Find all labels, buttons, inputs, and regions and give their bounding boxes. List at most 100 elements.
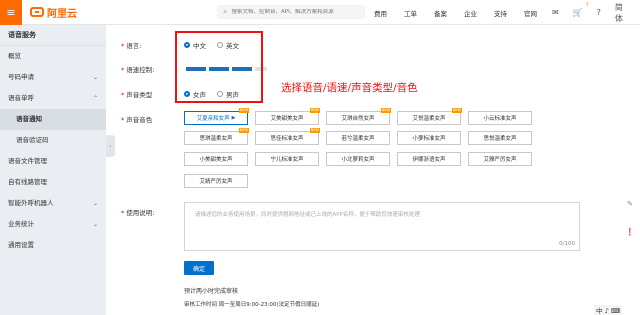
voice-option[interactable]: 艾琪自然女声 NEW (326, 108, 391, 125)
voice-option[interactable]: 伊娜浙语女声 (397, 152, 461, 166)
required-mark: * (121, 91, 125, 99)
voice-label: 思佳标准女声 (270, 136, 304, 142)
voice-label: 小萝标准女声 (412, 136, 446, 142)
sidebar-item-voice-notification[interactable]: 语音通知 (0, 109, 106, 130)
voice-label: 小北萝莉女声 (341, 157, 375, 163)
voice-option[interactable]: 小云标准女声 (468, 111, 532, 125)
play-icon[interactable]: ▶ (232, 115, 236, 121)
voice-option[interactable]: 思悦温柔女声 (468, 131, 532, 145)
sidebar-item-voice-verification[interactable]: 语音验证码 (0, 130, 106, 151)
aliyun-logo[interactable]: 阿里云 (30, 5, 77, 20)
voice-label: 艾美甜美女声 (270, 116, 304, 122)
nav-support[interactable]: 支持 (494, 8, 507, 18)
sidebar-item-ai-robot[interactable]: 智能外呼机器人 ⌄ (0, 193, 106, 214)
sidebar-item-label: 概览 (8, 52, 21, 60)
sidebar-item-label: 自有线路管理 (8, 178, 47, 186)
speed-label: * 语速控制: (121, 64, 154, 74)
new-tag: NEW (451, 108, 462, 113)
voice-option[interactable]: 艾悦温柔女声 NEW (397, 108, 462, 125)
voice-option[interactable]: 艾夏亲和女声 ▶ NEW (184, 108, 249, 125)
usage-placeholder: 请描述您的业务使用场景，同时提供貌网地址或已上线的APP名称，便于帮助您快速审核… (195, 212, 420, 218)
new-tag: NEW (309, 108, 320, 113)
search-box[interactable]: ⌕ (217, 5, 365, 19)
required-mark: * (121, 42, 125, 50)
sidebar-item-overview[interactable]: 概览 (0, 46, 106, 67)
nav-fees[interactable]: 费用 (374, 8, 387, 18)
message-icon[interactable]: ✉ (552, 8, 559, 17)
confirm-button[interactable]: 确定 (184, 261, 214, 275)
sidebar-item-label: 通用设置 (8, 241, 34, 249)
nav-tickets[interactable]: 工单 (404, 8, 417, 18)
sidebar: 语音服务 概览 号码申请 ⌄ 语音单呼 ⌃ 语音通知 语音验证码 语音文件管理 自有… (0, 25, 106, 315)
nav-icp[interactable]: 备案 (434, 8, 447, 18)
voice-type-label: * 声音类型 (121, 89, 152, 99)
sidebar-title: 语音服务 (0, 25, 106, 46)
help-icon[interactable]: ? (597, 8, 601, 17)
voice-label: 艾雅严厉女声 (483, 157, 517, 163)
tips-icon[interactable]: ❗ (626, 228, 635, 236)
voice-option[interactable]: 思琪温柔女声 NEW (184, 128, 249, 145)
required-mark: * (121, 66, 125, 74)
chevron-down-icon: ⌄ (92, 221, 98, 228)
voice-label: 若兮温柔女声 (341, 136, 375, 142)
voice-option[interactable]: 小美甜美女声 (184, 152, 248, 166)
new-tag: NEW (309, 128, 320, 133)
voice-label: 艾夏亲和女声 (196, 116, 230, 122)
voice-label: 艾婧严厉女声 (199, 179, 233, 185)
ime-indicator: 中 ♪ ⌨ (594, 305, 623, 315)
voice-option[interactable]: 宁儿标准女声 (255, 152, 319, 166)
nav-enterprise[interactable]: 企业 (464, 8, 477, 18)
sidebar-item-label: 语音验证码 (16, 136, 49, 144)
review-hours-note: 审核工作时间 周一至周日9:00-23:00(法定节假日顺延) (184, 302, 320, 308)
voice-label: 艾悦温柔女声 (412, 116, 446, 122)
cart-icon[interactable]: 🛒 7 (573, 3, 589, 17)
speed-label-text: 语速控制: (126, 66, 155, 74)
timbre-label-text: 声音音色 (126, 116, 153, 124)
voice-label: 艾琪自然女声 (341, 116, 375, 122)
sidebar-item-voice-single-call[interactable]: 语音单呼 ⌃ (0, 88, 106, 109)
language-label: * 语言: (121, 40, 141, 50)
voice-label: 宁儿标准女声 (270, 157, 304, 163)
voice-option[interactable]: 思佳标准女声 NEW (255, 128, 320, 145)
voice-label: 伊娜浙语女声 (412, 157, 446, 163)
sidebar-item-voice-files[interactable]: 语音文件管理 (0, 151, 106, 172)
voice-option[interactable]: 小北萝莉女声 (326, 152, 390, 166)
sidebar-item-settings[interactable]: 通用设置 (0, 235, 106, 256)
search-input[interactable] (227, 9, 352, 15)
feedback-icon[interactable]: ✎ (627, 200, 633, 208)
voice-label: 小云标准女声 (483, 116, 517, 122)
voice-option[interactable]: 艾婧严厉女声 (184, 174, 248, 188)
sidebar-item-label: 号码申请 (8, 73, 34, 81)
sidebar-collapse-handle[interactable]: ‹ (106, 135, 115, 157)
sidebar-item-own-lines[interactable]: 自有线路管理 (0, 172, 106, 193)
sidebar-item-label: 智能外呼机器人 (8, 199, 54, 207)
voice-option[interactable]: 若兮温柔女声 (326, 131, 390, 145)
usage-textarea[interactable]: 请描述您的业务使用场景，同时提供貌网地址或已上线的APP名称，便于帮助您快速审核… (184, 202, 580, 251)
required-mark: * (121, 209, 125, 217)
voice-option[interactable]: 艾雅严厉女声 (468, 152, 532, 166)
annotation-text: 选择语音/语速/声音类型/音色 (281, 82, 418, 94)
top-nav: 费用 工单 备案 企业 支持 官网 (374, 0, 554, 25)
language-switch[interactable]: 简体 (615, 2, 626, 24)
menu-icon[interactable]: ≡ (0, 0, 22, 25)
logo-text: 阿里云 (47, 8, 77, 20)
review-time-note: 预计两小时完成审核 (184, 288, 239, 295)
logo-mark-icon (30, 7, 44, 17)
voice-label: 思悦温柔女声 (483, 136, 517, 142)
chevron-down-icon: ⌄ (92, 200, 98, 207)
voice-label: 思琪温柔女声 (199, 136, 233, 142)
voice-option[interactable]: 艾美甜美女声 NEW (255, 108, 320, 125)
required-mark: * (121, 116, 125, 124)
right-toolbar: ✎ ❗ (624, 200, 636, 256)
char-count: 0/100 (559, 241, 575, 247)
nav-official-site[interactable]: 官网 (524, 8, 537, 18)
top-bar: ≡ 阿里云 ⌕ 费用 工单 备案 企业 支持 官网 ✉ 🛒7 ? 简体 (0, 0, 640, 25)
sidebar-item-number-apply[interactable]: 号码申请 ⌄ (0, 67, 106, 88)
sidebar-item-stats[interactable]: 业务统计 ⌄ (0, 214, 106, 235)
sidebar-item-label: 语音文件管理 (8, 157, 47, 165)
voice-type-label-text: 声音类型 (126, 91, 153, 99)
usage-label: * 使用说明: (121, 207, 154, 217)
chevron-down-icon: ⌄ (92, 74, 98, 81)
sidebar-item-label: 语音单呼 (8, 94, 34, 102)
voice-option[interactable]: 小萝标准女声 (397, 131, 461, 145)
